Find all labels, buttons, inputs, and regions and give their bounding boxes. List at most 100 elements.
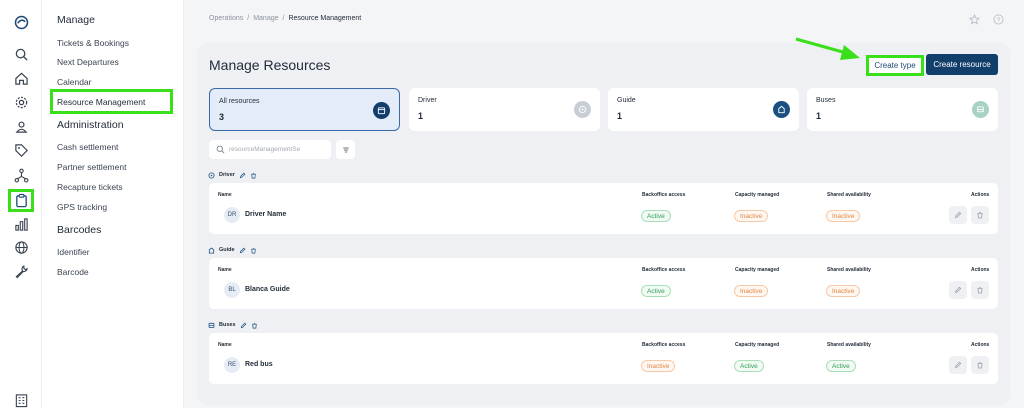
gear-icon[interactable] [11,92,31,112]
globe-icon[interactable] [11,237,31,257]
calendar-icon [373,102,390,119]
resource-name[interactable]: Driver Name [245,211,286,218]
menu-item-recapture-tickets[interactable]: Recapture tickets [57,182,123,192]
column-name: Name [218,342,232,348]
card-all-resources[interactable]: All resources 3 [209,88,400,131]
column-actions: Actions [971,192,990,198]
bar-chart-icon[interactable] [11,214,31,234]
network-icon[interactable] [11,165,31,185]
card-value: 1 [617,111,623,121]
pencil-icon [954,286,962,294]
edit-button[interactable] [949,356,967,374]
edit-button[interactable] [949,206,967,224]
menu-item-tickets-bookings[interactable]: Tickets & Bookings [57,38,129,48]
search-box [209,140,331,159]
breadcrumb-operations[interactable]: Operations [209,15,243,22]
tag-icon[interactable] [11,140,31,160]
card-buses[interactable]: Buses 1 [807,88,998,131]
backoffice-status-badge: Inactive [641,360,676,372]
menu-item-identifier[interactable]: Identifier [57,247,90,257]
create-resource-button[interactable]: Create resource [926,54,998,75]
trash-icon [977,212,983,219]
create-type-button[interactable]: Create type [866,55,924,76]
shared-status-badge: Inactive [826,210,861,222]
filter-icon [342,147,349,152]
avatar: DR [224,207,240,223]
shared-status-badge: Active [826,360,856,372]
card-label: Buses [816,97,836,104]
clipboard-highlight [8,189,34,212]
menu-item-calendar[interactable]: Calendar [57,77,92,87]
wrench-icon[interactable] [11,261,31,281]
resource-name[interactable]: Red bus [245,361,273,368]
avatar: BL [224,282,240,298]
section-title: Driver [219,172,235,178]
bus-icon [208,322,215,328]
breadcrumb-manage[interactable]: Manage [253,15,278,22]
column-name: Name [218,267,232,273]
pencil-icon[interactable] [239,247,246,254]
avatar: RE [224,357,240,373]
trash-icon[interactable] [251,322,258,329]
capacity-status-badge: Inactive [734,285,769,297]
section-header-buses: Buses [208,320,258,330]
resource-management-highlight [50,89,173,114]
delete-button[interactable] [971,356,989,374]
delete-button[interactable] [971,281,989,299]
backoffice-status-badge: Active [641,285,671,297]
pencil-icon[interactable] [239,172,246,179]
section-header-driver: Driver [208,170,257,180]
card-driver[interactable]: Driver 1 [409,88,600,131]
card-label: Guide [617,97,636,104]
filter-button[interactable] [336,140,355,159]
search-icon[interactable] [11,44,31,64]
card-guide[interactable]: Guide 1 [608,88,799,131]
section-title: Guide [219,247,235,253]
shared-status-badge: Inactive [826,285,861,297]
star-icon[interactable] [969,14,980,25]
help-icon[interactable]: ? [993,14,1004,25]
search-input[interactable] [229,143,325,156]
column-actions: Actions [971,342,990,348]
menu-item-next-departures[interactable]: Next Departures [57,57,119,67]
trash-icon[interactable] [250,247,257,254]
guide-icon [208,247,215,254]
column-shared: Shared availability [827,342,871,348]
column-capacity: Capacity managed [735,342,780,348]
section-header-guide: Guide [208,245,257,255]
logo-icon[interactable] [11,12,31,32]
capacity-status-badge: Inactive [734,210,769,222]
building-icon[interactable] [11,390,31,408]
menu-item-partner-settlement[interactable]: Partner settlement [57,162,126,172]
breadcrumb: Operations / Manage / Resource Management [209,15,362,22]
card-value: 3 [219,112,225,122]
resource-table-driver: Name Backoffice access Capacity managed … [209,183,998,234]
delete-button[interactable] [971,206,989,224]
user-pin-icon[interactable] [11,116,31,136]
edit-button[interactable] [949,281,967,299]
card-value: 1 [418,111,424,121]
trash-icon [977,362,983,369]
pencil-icon[interactable] [240,322,247,329]
pencil-icon [954,211,962,219]
backoffice-status-badge: Active [641,210,671,222]
card-value: 1 [816,111,822,121]
guide-icon [773,101,790,118]
column-actions: Actions [971,267,990,273]
column-shared: Shared availability [827,192,871,198]
menu-item-barcode[interactable]: Barcode [57,267,89,277]
section-title: Buses [219,322,236,328]
menu-item-cash-settlement[interactable]: Cash settlement [57,142,118,152]
trash-icon[interactable] [250,172,257,179]
resource-table-buses: Name Backoffice access Capacity managed … [209,333,998,384]
column-backoffice: Backoffice access [642,192,686,198]
menu-item-gps-tracking[interactable]: GPS tracking [57,202,107,212]
resource-name[interactable]: Blanca Guide [245,286,290,293]
menu-heading-administration: Administration [57,119,124,131]
column-capacity: Capacity managed [735,267,780,273]
svg-text:?: ? [997,17,1001,24]
page-title: Manage Resources [209,57,331,73]
icon-rail [0,0,42,408]
home-icon[interactable] [11,68,31,88]
column-shared: Shared availability [827,267,871,273]
